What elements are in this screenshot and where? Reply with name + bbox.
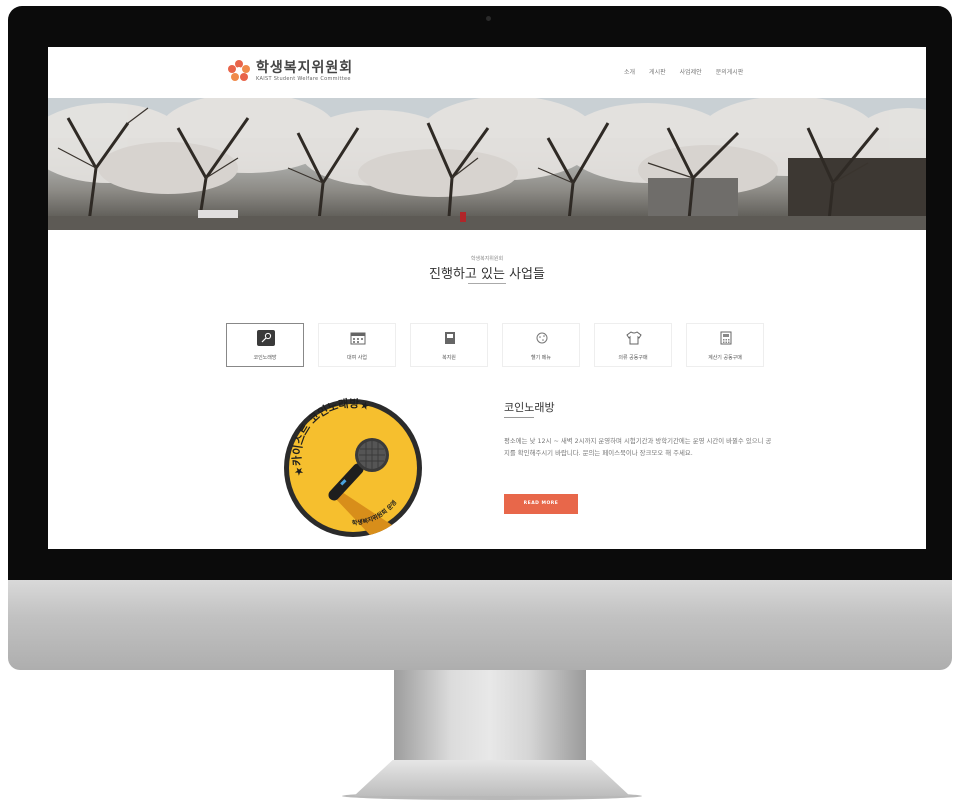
tab-coin-karaoke[interactable]: 코인노래방	[226, 323, 304, 367]
cookie-icon	[533, 330, 551, 346]
logo-subtitle: KAIST Student Welfare Committee	[256, 75, 351, 82]
service-tabs: 코인노래방 대여 사업 복지원 헬기 메뉴 의류 공동구매 계산기 공동구매	[226, 323, 778, 367]
microphone-icon	[257, 330, 275, 346]
camera-dot	[486, 16, 491, 21]
flower-logo-icon	[228, 60, 250, 82]
tab-menu[interactable]: 헬기 메뉴	[502, 323, 580, 367]
nav-item-proposal[interactable]: 사업제안	[680, 67, 702, 76]
section-kicker: 학생복지위원회	[470, 256, 504, 262]
tab-label: 의류 공동구매	[618, 355, 648, 361]
calendar-icon	[349, 330, 367, 346]
book-icon	[441, 330, 459, 346]
logo-title: 학생복지위원회	[256, 59, 354, 76]
imac-monitor: 학생복지위원회 KAIST Student Welfare Committee …	[8, 6, 952, 800]
nav-item-board[interactable]: 게시판	[649, 67, 666, 76]
read-more-button[interactable]: READ MORE	[504, 494, 578, 514]
tab-rental[interactable]: 대여 사업	[318, 323, 396, 367]
calculator-icon	[717, 330, 735, 346]
tab-label: 헬기 메뉴	[531, 355, 551, 361]
tab-label: 복지원	[442, 355, 456, 361]
tab-label: 코인노래방	[253, 355, 277, 361]
tab-label: 대여 사업	[347, 355, 367, 361]
title-divider	[468, 283, 506, 284]
section-title: 진행하고 있는 사업들	[429, 267, 545, 282]
coin-karaoke-badge: ★카이스트 코인노래방★ 학생복지위원회 운영	[282, 396, 424, 539]
hero-banner-image	[48, 98, 926, 230]
tab-label: 계산기 공동구매	[708, 355, 742, 361]
nav-item-inquiry[interactable]: 문의게시판	[716, 67, 744, 76]
site-header: 학생복지위원회 KAIST Student Welfare Committee …	[48, 47, 926, 98]
website-screen: 학생복지위원회 KAIST Student Welfare Committee …	[48, 47, 926, 549]
feature-title: 코인노래방	[504, 401, 555, 414]
tab-calculator[interactable]: 계산기 공동구매	[686, 323, 764, 367]
feature-description: 평소에는 낮 12시 ~ 새벽 2시까지 운영하며 시험기간과 방학기간에는 운…	[504, 437, 772, 457]
monitor-chin	[8, 580, 952, 670]
site-logo[interactable]: 학생복지위원회 KAIST Student Welfare Committee	[228, 60, 353, 82]
shirt-icon	[625, 330, 643, 346]
main-nav: 소개 게시판 사업제안 문의게시판	[624, 67, 757, 76]
nav-item-about[interactable]: 소개	[624, 67, 635, 76]
tab-welfare[interactable]: 복지원	[410, 323, 488, 367]
feature-divider	[504, 417, 534, 418]
tab-clothing[interactable]: 의류 공동구매	[594, 323, 672, 367]
monitor-stand-base	[354, 760, 630, 796]
monitor-stand-neck	[394, 670, 586, 762]
